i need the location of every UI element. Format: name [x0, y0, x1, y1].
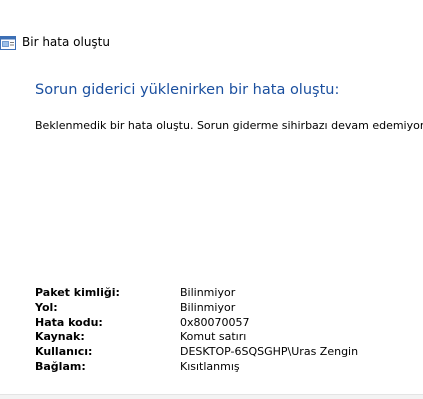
error-details: Paket kimliği: Bilinmiyor Yol: Bilinmiyo…	[35, 286, 358, 375]
footer-bar	[0, 394, 423, 399]
detail-value: Komut satırı	[180, 330, 247, 344]
troubleshooter-window-icon	[0, 35, 16, 50]
detail-label: Paket kimliği:	[35, 286, 120, 299]
detail-label: Hata kodu:	[35, 315, 103, 329]
detail-row-source: Kaynak: Komut satırı	[35, 330, 358, 345]
troubleshooter-window: Bir hata oluştu Sorun giderici yüklenirk…	[0, 0, 423, 399]
window-title: Bir hata oluştu	[22, 35, 110, 49]
detail-value: Bilinmiyor	[180, 300, 236, 314]
detail-value: Bilinmiyor	[180, 286, 236, 299]
detail-label: Kaynak:	[35, 330, 85, 344]
detail-label: Bağlam:	[35, 359, 86, 373]
error-message: Beklenmedik bir hata oluştu. Sorun gider…	[35, 119, 423, 132]
detail-label: Kullanıcı:	[35, 345, 93, 359]
detail-value: 0x80070057	[180, 315, 250, 329]
detail-row-user: Kullanıcı: DESKTOP-6SQSGHP\Uras Zengin	[35, 345, 358, 360]
detail-value: DESKTOP-6SQSGHP\Uras Zengin	[180, 345, 359, 359]
detail-row-path: Yol: Bilinmiyor	[35, 301, 358, 316]
detail-row-error-code: Hata kodu: 0x80070057	[35, 316, 358, 331]
title-bar: Bir hata oluştu	[0, 32, 110, 52]
detail-label: Yol:	[35, 300, 58, 314]
detail-value: Kısıtlanmış	[180, 359, 240, 373]
detail-row-package-id: Paket kimliği: Bilinmiyor	[35, 286, 358, 301]
detail-row-context: Bağlam: Kısıtlanmış	[35, 360, 358, 375]
error-heading: Sorun giderici yüklenirken bir hata oluş…	[35, 82, 340, 98]
